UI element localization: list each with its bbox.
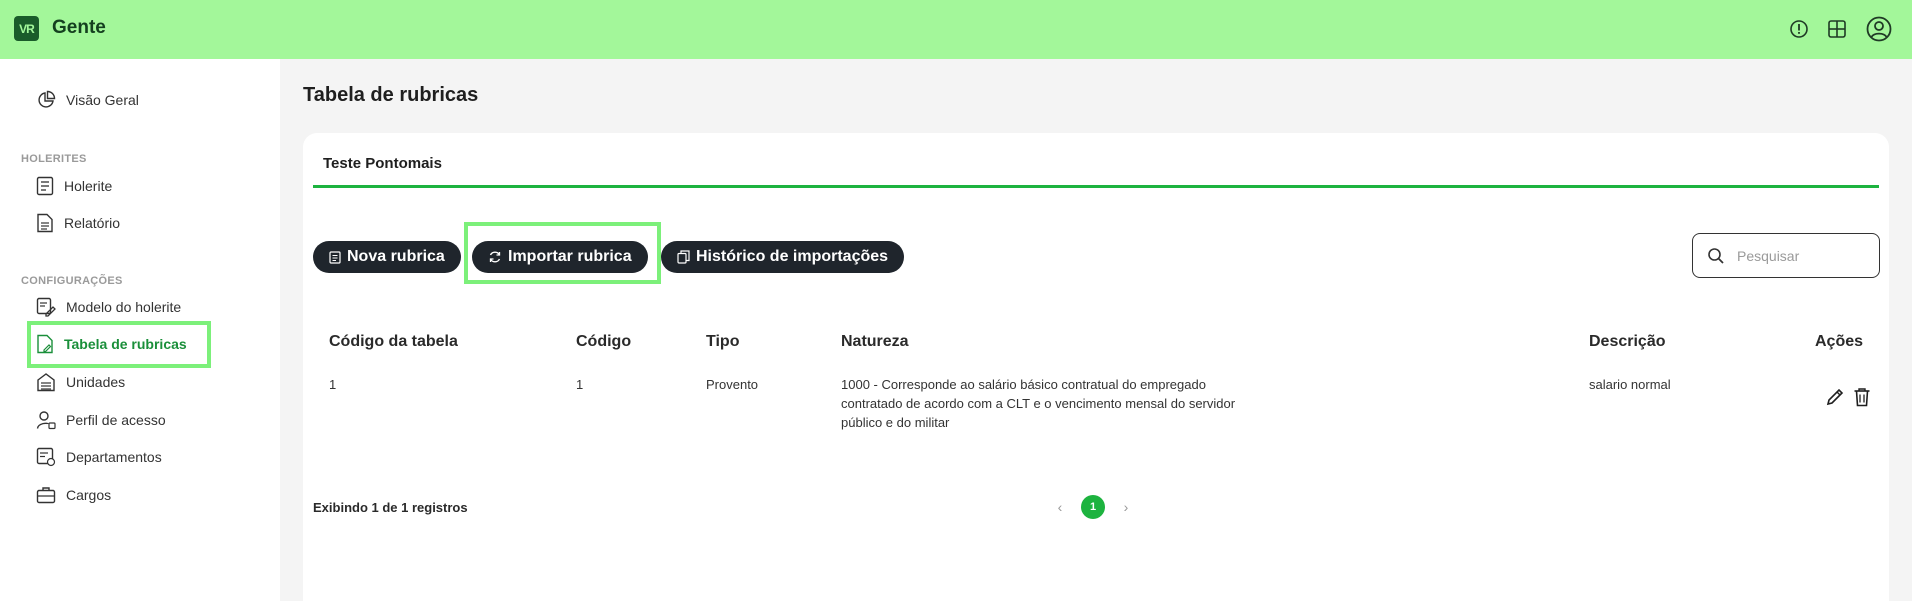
top-bar: VR Gente <box>0 0 1912 59</box>
cell-tipo: Provento <box>706 377 759 392</box>
pie-chart-icon <box>38 90 56 108</box>
next-page-button[interactable]: › <box>1119 499 1133 515</box>
highlight-frame <box>464 222 661 284</box>
records-count: Exibindo 1 de 1 registros <box>313 500 468 515</box>
sidebar-item-label: Cargos <box>66 487 112 503</box>
search-input[interactable] <box>1737 247 1857 264</box>
button-label: Histórico de importações <box>696 248 889 265</box>
button-label: Nova rubrica <box>347 248 445 265</box>
column-header-codigo-tabela[interactable]: Código da tabela <box>329 333 458 351</box>
search-box[interactable] <box>1692 233 1880 278</box>
tab-underline <box>313 185 1879 188</box>
sidebar-item-modelo-holerite[interactable]: Modelo do holerite <box>36 295 181 319</box>
report-icon <box>37 213 53 233</box>
column-header-natureza[interactable]: Natureza <box>841 333 909 351</box>
sidebar-item-departamentos[interactable]: Departamentos <box>36 445 162 469</box>
sidebar-item-relatorio[interactable]: Relatório <box>36 211 120 235</box>
sidebar-item-label: Modelo do holerite <box>66 299 182 315</box>
column-header-tipo[interactable]: Tipo <box>706 333 739 351</box>
cell-descricao: salario normal <box>1589 377 1671 392</box>
tab-teste-pontomais[interactable]: Teste Pontomais <box>323 155 442 172</box>
cell-natureza: 1000 - Corresponde ao salário básico con… <box>841 375 1311 432</box>
search-icon <box>1708 247 1724 264</box>
briefcase-icon <box>36 487 56 504</box>
page-title: Tabela de rubricas <box>303 84 479 106</box>
sidebar-item-label: Holerite <box>64 178 113 194</box>
natureza-line: contratado de acordo com a CLT e o venci… <box>841 396 1236 411</box>
sidebar-item-holerite[interactable]: Holerite <box>36 174 112 198</box>
sidebar-item-perfil-acesso[interactable]: Perfil de acesso <box>36 408 166 432</box>
column-header-descricao[interactable]: Descrição <box>1589 333 1666 351</box>
sidebar-item-label: Visão Geral <box>66 92 139 108</box>
highlight-frame <box>27 321 211 368</box>
sidebar-item-overview[interactable]: Visão Geral <box>36 88 139 112</box>
app-logo[interactable]: VR <box>14 16 39 41</box>
column-header-codigo[interactable]: Código <box>576 333 631 351</box>
document-list-icon <box>36 176 54 196</box>
new-rubric-button[interactable]: Nova rubrica <box>313 241 461 273</box>
pagination: ‹ 1 › <box>1053 495 1133 519</box>
brand-name: Gente <box>52 17 106 38</box>
edit-pencil-icon[interactable] <box>1825 387 1845 412</box>
section-configuracoes: CONFIGURAÇÕES <box>21 275 123 287</box>
content-card: Teste Pontomais Nova rubrica Importar ru… <box>303 133 1889 601</box>
row-actions <box>1825 387 1871 412</box>
natureza-line: público e do militar <box>841 415 950 430</box>
apps-grid-icon[interactable] <box>1824 16 1850 42</box>
column-header-acoes: Ações <box>1815 333 1864 350</box>
user-lock-icon <box>36 411 56 430</box>
sidebar-item-cargos[interactable]: Cargos <box>36 483 111 507</box>
natureza-line: 1000 - Corresponde ao salário básico con… <box>841 377 1206 392</box>
import-history-button[interactable]: Histórico de importações <box>661 241 905 273</box>
page-number-button[interactable]: 1 <box>1081 495 1105 519</box>
building-icon <box>37 373 55 392</box>
section-holerites: HOLERITES <box>21 153 87 165</box>
sidebar-item-label: Unidades <box>66 374 126 390</box>
delete-trash-icon[interactable] <box>1853 387 1871 412</box>
sidebar-item-label: Relatório <box>64 215 121 231</box>
sidebar-item-label: Departamentos <box>66 449 162 465</box>
previous-page-button[interactable]: ‹ <box>1053 499 1067 515</box>
sidebar-item-unidades[interactable]: Unidades <box>36 370 125 394</box>
user-account-icon[interactable] <box>1865 15 1893 43</box>
info-icon[interactable] <box>1786 16 1812 42</box>
cell-codigo: 1 <box>576 377 584 392</box>
department-icon <box>36 447 56 467</box>
copy-document-icon <box>677 250 690 264</box>
sidebar-item-label: Perfil de acesso <box>66 412 166 428</box>
cell-codigo-tabela: 1 <box>329 377 337 392</box>
document-icon <box>329 250 341 264</box>
template-edit-icon <box>36 297 56 317</box>
